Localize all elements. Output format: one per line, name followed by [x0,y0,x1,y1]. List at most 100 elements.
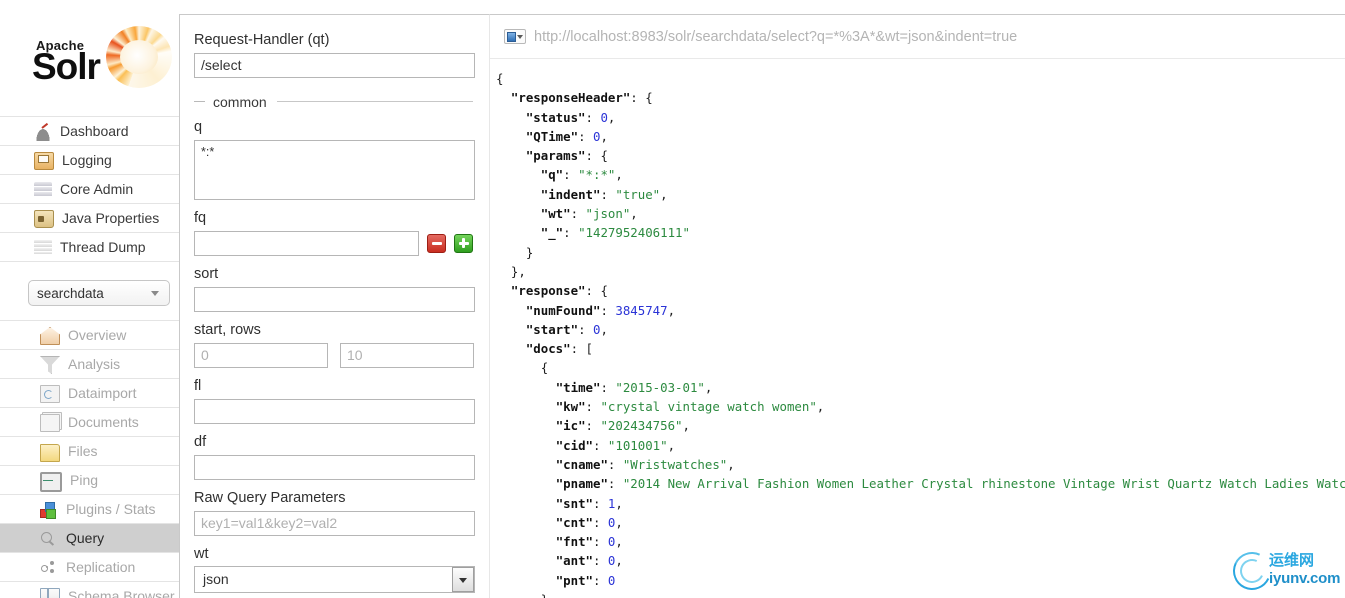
json-token: "Wristwatches" [622,456,728,472]
json-token: 0 [607,572,616,588]
json-token: : { [585,148,608,164]
json-token: : [593,495,608,511]
minus-icon[interactable] [427,233,446,253]
sidebar-item-thread-dump[interactable]: Thread Dump [0,233,179,262]
wt-select-value[interactable]: json [194,566,475,594]
request-handler-input[interactable] [194,52,475,78]
watermark-swirl-icon [1231,550,1271,590]
json-token: "cid" [555,437,593,453]
sidebar-item-label: Core Admin [60,181,134,197]
json-token: , [704,379,713,395]
common-fieldset-legend: common [194,94,473,110]
chevron-down-icon [151,291,159,296]
sidebar-item-files[interactable]: Files [0,437,179,466]
sidebar-item-query[interactable]: Query [0,524,179,553]
sidebar-item-logging[interactable]: Logging [0,146,179,175]
plus-icon[interactable] [454,233,473,253]
sidebar: Apache Solr Dashboard Logging Core Admin… [0,0,179,598]
sidebar-item-label: Analysis [68,356,121,372]
json-token: "202434756" [600,418,683,434]
json-token: "fnt" [555,534,593,550]
json-token: : [593,437,608,453]
json-token: 3845747 [615,302,668,318]
sidebar-item-plugins-stats[interactable]: Plugins / Stats [0,495,179,524]
query-magnifier-icon [40,531,58,547]
json-token: "time" [555,379,601,395]
json-token: { [540,360,549,376]
json-token: : [578,321,593,337]
json-token: , [816,399,825,415]
json-token: "2014 New Arrival Fashion Women Leather … [622,476,1345,492]
sidebar-item-replication[interactable]: Replication [0,553,179,582]
sidebar-item-schema-browser[interactable]: Schema Browser [0,582,179,598]
json-token: : [607,456,623,472]
json-token: , [607,109,616,125]
json-line: "params": { [496,146,1345,165]
sidebar-global-nav: Dashboard Logging Core Admin Java Proper… [0,116,179,262]
json-token: , [615,495,623,511]
json-line: "cname": "Wristwatches", [496,455,1345,474]
json-token: "pnt" [555,572,593,588]
sidebar-item-dashboard[interactable]: Dashboard [0,117,179,146]
json-token: , [615,514,623,530]
json-line: }, [496,262,1345,281]
json-token: : [585,109,601,125]
fl-label: fl [194,377,202,394]
sidebar-core-nav: Overview Analysis Dataimport Documents F… [0,320,179,598]
raw-query-parameters-input[interactable] [194,510,475,536]
start-input[interactable] [194,342,328,368]
result-url-bar[interactable]: http://localhost:8983/solr/searchdata/se… [490,15,1345,59]
dataimport-icon [40,385,60,403]
json-token: : [600,186,616,202]
json-line: "pnt": 0 [496,571,1345,590]
solr-logo[interactable]: Apache Solr [28,22,176,94]
sidebar-item-documents[interactable]: Documents [0,408,179,437]
sidebar-item-label: Thread Dump [60,239,146,255]
sidebar-item-java-properties[interactable]: Java Properties [0,204,179,233]
sidebar-item-analysis[interactable]: Analysis [0,350,179,379]
sidebar-item-label: Ping [70,472,99,488]
ping-monitor-icon [40,472,62,492]
fq-row [194,230,473,256]
raw-query-parameters-label: Raw Query Parameters [194,489,346,506]
fq-input[interactable] [194,230,419,256]
core-selector-dropdown[interactable]: searchdata [28,280,170,306]
df-input[interactable] [194,454,475,480]
json-token: , [660,186,668,202]
page-dropdown-icon[interactable] [504,29,526,44]
json-token: "cname" [555,456,608,472]
sidebar-item-ping[interactable]: Ping [0,466,179,495]
sidebar-item-dataimport[interactable]: Dataimport [0,379,179,408]
wt-select[interactable]: json [194,566,475,594]
json-token: "status" [525,109,586,125]
core-selector-value: searchdata [37,285,104,301]
json-line: "pname": "2014 New Arrival Fashion Women… [496,474,1345,493]
json-token: : [ [570,341,593,357]
json-token: }, [510,263,526,279]
sidebar-item-core-admin[interactable]: Core Admin [0,175,179,204]
json-line: } [496,590,1345,598]
watermark-en-text: iyunv.com [1269,570,1341,587]
json-token: : [593,534,608,550]
json-token: , [615,553,623,569]
fl-input[interactable] [194,398,475,424]
json-token: } [541,592,548,598]
sidebar-item-label: Dashboard [60,123,129,139]
rows-input[interactable] [340,342,474,368]
json-token: , [615,534,623,550]
sort-input[interactable] [194,286,475,312]
sidebar-item-overview[interactable]: Overview [0,321,179,350]
q-input[interactable] [194,139,475,200]
df-label: df [194,433,207,450]
json-line: "indent": "true", [496,185,1345,204]
sidebar-item-label: Query [66,530,105,546]
sidebar-item-label: Java Properties [62,210,160,226]
json-token: "kw" [555,399,586,415]
json-line: "docs": [ [496,339,1345,358]
dashboard-gauge-icon [34,125,52,141]
json-token: "1427952406111" [578,225,690,241]
chevron-down-icon[interactable] [452,567,474,593]
json-token: "ic" [555,418,586,434]
json-token: : { [585,283,608,299]
json-line: "start": 0, [496,320,1345,339]
